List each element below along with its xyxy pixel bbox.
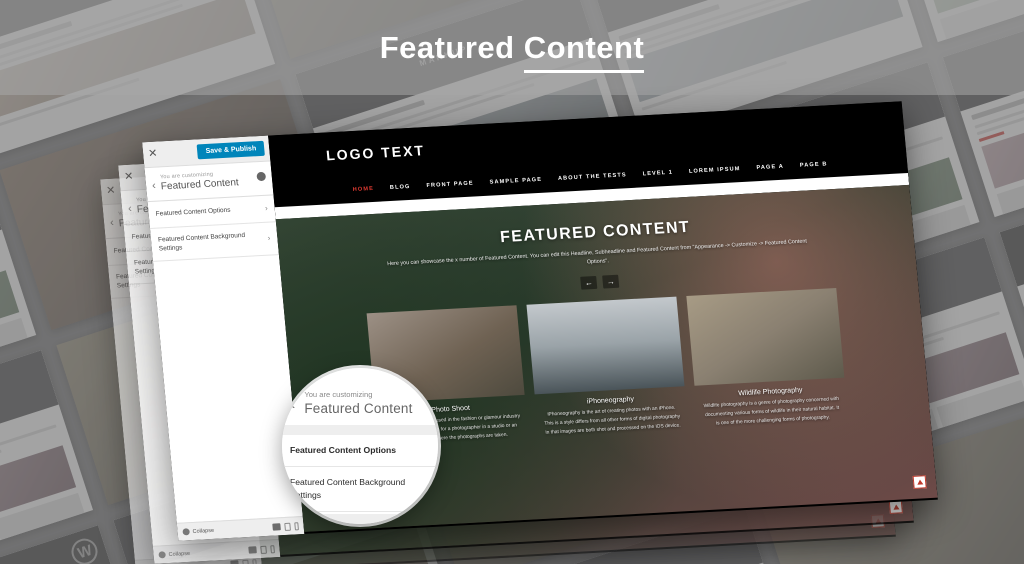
back-icon[interactable]: ‹ [152, 180, 157, 192]
nav-item-blog[interactable]: BLOG [390, 184, 411, 191]
customizer-header: ‹ You are customizing Featured Content [144, 161, 274, 203]
back-icon[interactable]: ‹ [110, 217, 115, 229]
nav-item-sample-page[interactable]: SAMPLE PAGE [489, 177, 542, 186]
tablet-icon[interactable] [260, 545, 267, 554]
collapse-icon [182, 528, 190, 536]
desktop-icon[interactable] [248, 546, 257, 554]
page-title: Featured Content [379, 29, 645, 73]
nav-item-lorem-ipsum[interactable]: LOREM IPSUM [689, 166, 741, 175]
nav-item-home[interactable]: HOME [353, 186, 375, 193]
customizer-panel-title: Featured Content [304, 401, 413, 416]
nav-item-page-a[interactable]: PAGE A [756, 164, 784, 171]
page-title-part2: Content [523, 29, 645, 73]
back-icon[interactable]: ‹ [290, 397, 295, 413]
magnifier-item-featured-content-background-settings[interactable]: Featured Content Background Settings [282, 467, 438, 512]
magnifier-footer [282, 513, 438, 524]
collapse-button[interactable]: Collapse [182, 527, 214, 536]
customizing-kicker: You are customizing [304, 390, 373, 399]
preview-badge [912, 475, 927, 489]
close-icon[interactable]: ✕ [106, 185, 116, 197]
customizer-item-featured-content-background-settings[interactable]: Featured Content Background Settings › [150, 221, 279, 263]
desktop-icon[interactable] [230, 560, 239, 564]
site-logo[interactable]: LOGO TEXT [325, 142, 425, 163]
customizer-item-label: Featured Content Background Settings [157, 231, 246, 253]
preview-badge [888, 500, 903, 514]
magnifier-circle: ‹ You are customizing Featured Content F… [282, 368, 438, 524]
title-band: Featured Content [0, 0, 1024, 95]
nav-item-front-page[interactable]: FRONT PAGE [426, 180, 474, 189]
carousel-prev-icon[interactable]: ← [580, 275, 598, 290]
nav-item-level-1[interactable]: LEVEL 1 [642, 170, 673, 178]
mobile-icon[interactable] [270, 544, 275, 553]
nav-item-about-the-tests[interactable]: ABOUT THE TESTS [558, 172, 627, 182]
card-image-wildlife-photography [686, 287, 845, 386]
customizer-item-label: Featured Content Options [155, 206, 231, 218]
close-icon[interactable]: ✕ [124, 171, 134, 183]
save-publish-button[interactable]: Save & Publish [197, 140, 265, 160]
device-preview-switcher [230, 558, 257, 564]
collapse-button[interactable]: Collapse [158, 550, 190, 559]
magnifier-item-featured-content-options[interactable]: Featured Content Options [282, 435, 438, 467]
featured-card[interactable]: iPhoneography iPhoneography is the art o… [526, 296, 688, 439]
collapse-label: Collapse [168, 550, 191, 558]
magnifier-divider [282, 425, 438, 435]
tablet-icon[interactable] [242, 559, 249, 564]
help-icon[interactable] [256, 171, 267, 182]
device-preview-switcher [248, 544, 275, 554]
back-icon[interactable]: ‹ [128, 203, 133, 215]
chevron-right-icon: › [264, 203, 269, 213]
carousel-next-icon[interactable]: → [602, 274, 620, 289]
collapse-label: Collapse [192, 527, 215, 535]
nav-item-page-b[interactable]: PAGE B [800, 161, 828, 168]
close-icon[interactable]: ✕ [148, 148, 158, 160]
desktop-icon[interactable] [272, 523, 281, 531]
magnifier-header: ‹ You are customizing Featured Content [282, 368, 438, 425]
customizer-window-front: ✕ Save & Publish ‹ You are customizing F… [142, 101, 938, 541]
screenshot-stage: FEATURED CONTENTCTWORDPRESS THEMEFAABOUT… [0, 0, 1024, 564]
card-image-iphoneography [526, 296, 685, 395]
collapse-icon [158, 551, 166, 559]
page-title-part1: Featured [379, 29, 524, 65]
chevron-right-icon: › [267, 233, 271, 243]
featured-card[interactable]: Wildlife Photography Wildlife photograph… [686, 287, 848, 430]
mobile-icon[interactable] [252, 558, 257, 564]
